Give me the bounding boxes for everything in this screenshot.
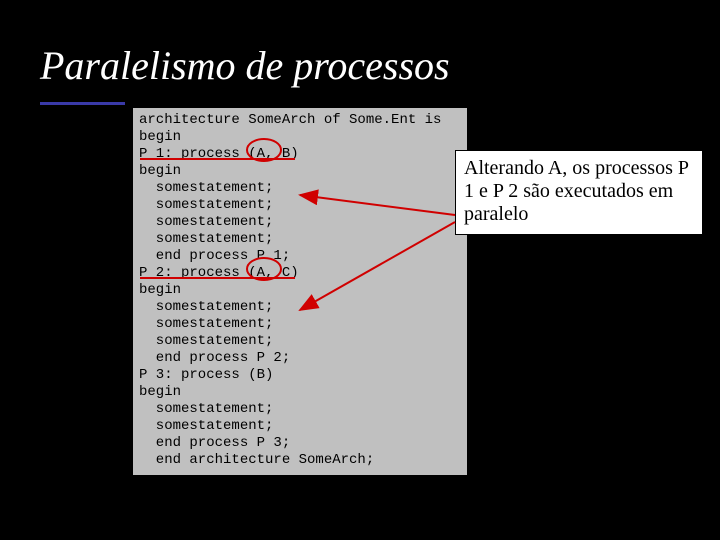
code-line: somestatement; <box>139 197 273 213</box>
slide: Paralelismo de processos architecture So… <box>0 0 720 540</box>
code-line: P 2: process (A, C) <box>139 265 299 281</box>
slide-title: Paralelismo de processos <box>40 42 450 89</box>
code-line: somestatement; <box>139 333 273 349</box>
code-line: begin <box>139 163 181 179</box>
code-line: somestatement; <box>139 214 273 230</box>
code-line: begin <box>139 384 181 400</box>
code-line: somestatement; <box>139 180 273 196</box>
code-line: end process P 1; <box>139 248 290 264</box>
code-line: somestatement; <box>139 299 273 315</box>
code-line: somestatement; <box>139 401 273 417</box>
title-underline <box>40 102 125 105</box>
code-line: somestatement; <box>139 231 273 247</box>
code-line: end process P 3; <box>139 435 290 451</box>
code-line: end process P 2; <box>139 350 290 366</box>
code-block: architecture SomeArch of Some.Ent is beg… <box>133 108 467 475</box>
code-line: P 1: process (A, B) <box>139 146 299 162</box>
code-line: begin <box>139 129 181 145</box>
code-line: P 3: process (B) <box>139 367 273 383</box>
code-line: architecture SomeArch of Some.Ent is <box>139 112 441 128</box>
code-line: end architecture SomeArch; <box>139 452 374 468</box>
code-line: somestatement; <box>139 418 273 434</box>
code-line: somestatement; <box>139 316 273 332</box>
code-line: begin <box>139 282 181 298</box>
annotation-callout: Alterando A, os processos P 1 e P 2 são … <box>455 150 703 235</box>
